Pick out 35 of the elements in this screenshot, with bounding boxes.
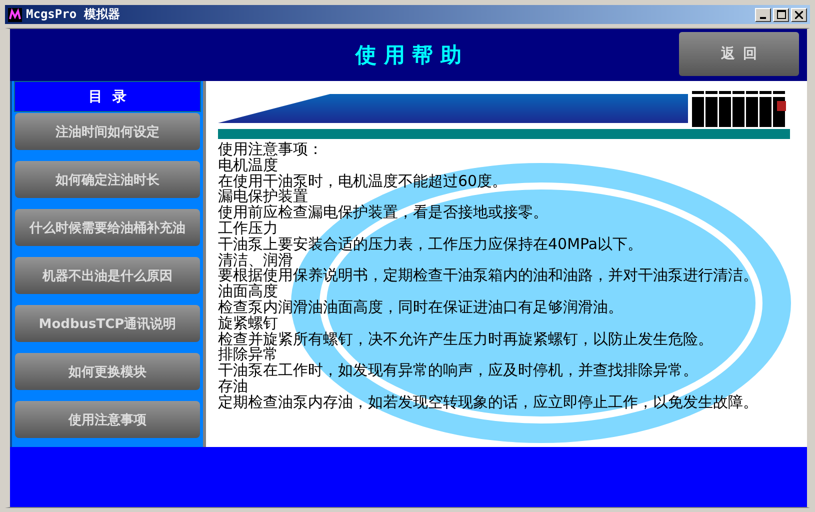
section-text: 使用前应检查漏电保护装置，看是否接地或接零。 <box>218 205 549 221</box>
sidebar-title: 目 录 <box>14 81 201 112</box>
close-icon <box>795 10 803 18</box>
section-title: 漏电保护装置 <box>218 189 308 206</box>
page-title: 使 用 帮 助 <box>356 42 462 69</box>
maximize-icon <box>776 10 786 19</box>
sidebar-item[interactable]: ModbusTCP通讯说明 <box>15 305 200 342</box>
minimize-icon <box>760 16 766 18</box>
section-title: 排除异常 <box>218 347 278 364</box>
section-text: 定期检查油泵内存油，如若发现空转现象的话，应立即停止工作，以免发生故障。 <box>218 394 759 411</box>
section-text: 要根据使用保养说明书，定期检查干油泵箱内的油和油路，并对干油泵进行清洁。 <box>218 268 759 284</box>
minimize-button[interactable] <box>755 8 771 22</box>
window-title: McgsPro 模拟器 <box>26 6 120 23</box>
app-icon <box>8 8 22 22</box>
back-button[interactable]: 返 回 <box>679 32 799 76</box>
sidebar-item[interactable]: 机器不出油是什么原因 <box>15 257 200 294</box>
close-button[interactable] <box>791 8 807 22</box>
section-title: 旋紧螺钉 <box>218 316 278 332</box>
section-text: 干油泵上要安装合适的压力表，工作压力应保持在40MPa以下。 <box>218 236 644 253</box>
section-text: 在使用干油泵时，电机温度不能超过60度。 <box>218 174 508 190</box>
section-title: 电机温度 <box>218 158 278 174</box>
section-title: 存油 <box>218 378 248 395</box>
section-text: 检查并旋紧所有螺钉，决不允许产生压力时再旋紧螺钉，以防止发生危险。 <box>218 332 714 348</box>
sidebar-item[interactable]: 什么时候需要给油桶补充油 <box>15 209 200 246</box>
section-title: 工作压力 <box>218 220 278 237</box>
section-text: 干油泵在工作时，如发现有异常的响声，应及时停机，并查找排除异常。 <box>218 363 699 379</box>
content-heading: 使用注意事项： <box>218 142 324 158</box>
section-text: 检查泵内润滑油油面高度，同时在保证进油口有足够润滑油。 <box>218 300 624 316</box>
section-title: 油面高度 <box>218 284 278 300</box>
sidebar-item[interactable]: 注油时间如何设定 <box>15 113 200 150</box>
maximize-button[interactable] <box>773 8 789 22</box>
sidebar-item[interactable]: 如何更换模块 <box>15 353 200 390</box>
sidebar-item[interactable]: 如何确定注油时长 <box>15 161 200 198</box>
section-title: 清洁、润滑 <box>218 252 293 268</box>
sidebar-item[interactable]: 使用注意事项 <box>15 401 200 438</box>
